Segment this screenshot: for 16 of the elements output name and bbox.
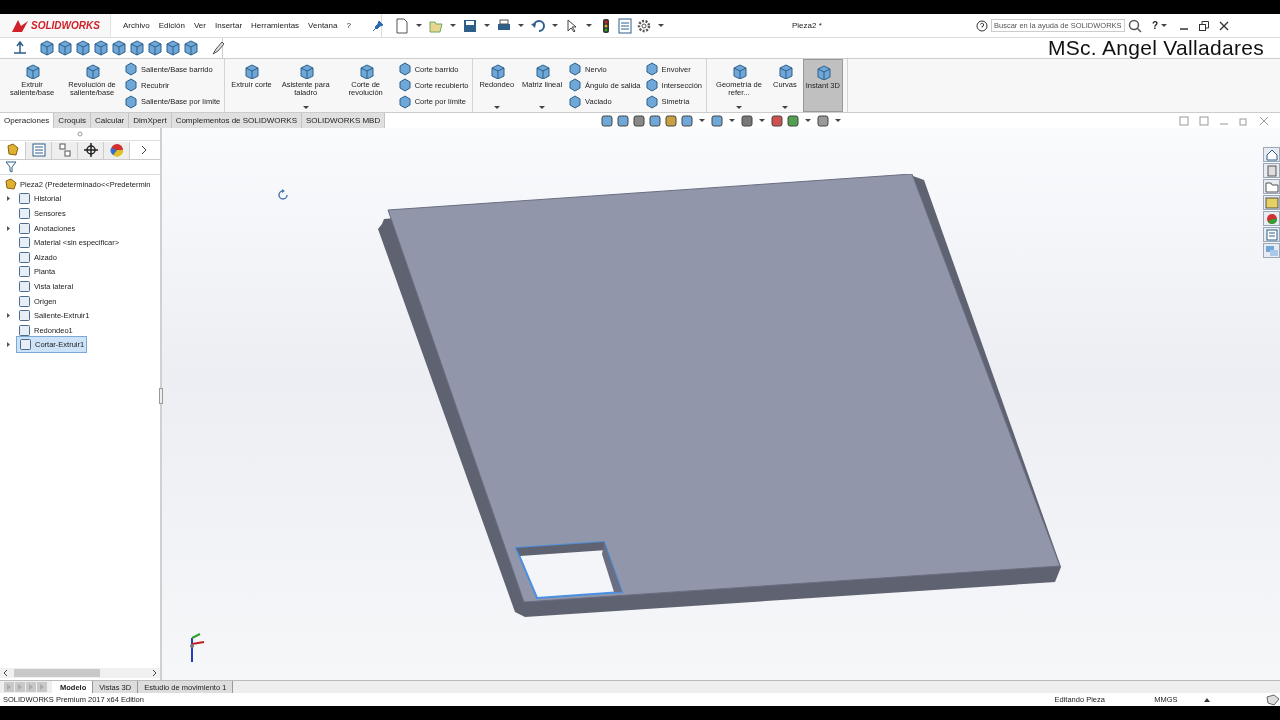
help-menu[interactable]: ? (1152, 20, 1159, 31)
menu-item[interactable]: Archivo (123, 21, 150, 30)
menu-item[interactable]: Edición (158, 21, 185, 30)
author-overlay-text: MSc. Angel Valladares (1047, 36, 1264, 60)
menu-item[interactable]: Herramientas (251, 21, 300, 30)
tab[interactable]: SOLIDWORKS MBD (302, 113, 386, 128)
menu-item[interactable]: Insertar (214, 21, 243, 30)
menu-item[interactable]: ? (346, 21, 351, 30)
tab[interactable]: Complementos de SOLIDWORKS (171, 113, 302, 128)
document-title: Pieza2 * (792, 21, 823, 30)
tab[interactable]: Calcular (90, 113, 130, 128)
menu-item[interactable]: Ventana (308, 21, 338, 30)
app-name: SOLIDWORKS (31, 20, 100, 31)
tab[interactable]: Croquis (54, 113, 91, 128)
tab[interactable]: DimXpert (129, 113, 172, 128)
menu-item[interactable]: Ver (193, 21, 206, 30)
